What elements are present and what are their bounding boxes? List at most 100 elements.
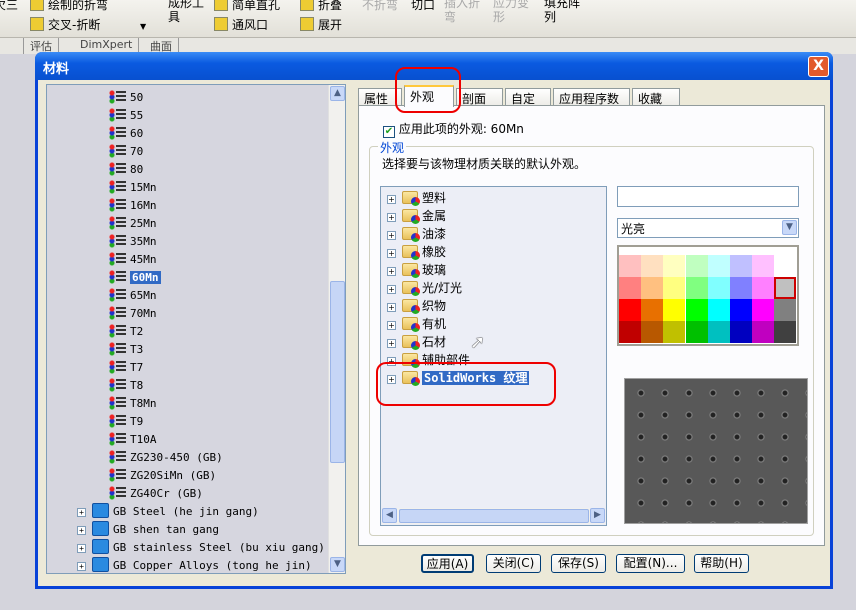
material-item[interactable]: ZG230-450 (GB)	[109, 449, 223, 467]
scroll-down-button[interactable]: ▼	[330, 557, 345, 572]
material-item[interactable]: T3	[109, 341, 143, 359]
material-item[interactable]: 16Mn	[109, 197, 157, 215]
material-item[interactable]: 60Mn	[109, 269, 161, 287]
config-button[interactable]: 配置(N)...	[616, 554, 685, 573]
rip-button[interactable]: 切口	[411, 0, 435, 13]
close-icon[interactable]: X	[808, 56, 829, 77]
checkbox-check-icon[interactable]: ✔	[383, 126, 395, 138]
color-swatch[interactable]	[641, 299, 664, 321]
no-bends-button[interactable]: 不折弯	[362, 0, 398, 13]
color-swatch[interactable]	[685, 255, 708, 277]
appearance-tree[interactable]: + 塑料 + 金属 + 油漆 + 橡胶 + 玻璃 + 光/灯光 + 织物 + 有机 + 石材 + 辅助部件 + Solid…	[380, 186, 607, 526]
material-item[interactable]: 15Mn	[109, 179, 157, 197]
appearance-category[interactable]: + 有机	[387, 315, 446, 333]
scroll-up-button[interactable]: ▲	[330, 86, 345, 101]
color-swatch[interactable]	[707, 299, 730, 321]
apply-appearance-checkbox[interactable]: ✔ 应用此项的外观: 60Mn	[383, 120, 524, 138]
material-item[interactable]: T8Mn	[109, 395, 157, 413]
appearance-category[interactable]: + 光/灯光	[387, 279, 462, 297]
cross-break-button[interactable]: 交叉-折断	[30, 16, 100, 33]
material-item[interactable]: 45Mn	[109, 251, 157, 269]
color-swatch[interactable]	[752, 299, 775, 321]
material-item[interactable]: T9	[109, 413, 143, 431]
tab-5[interactable]: 收藏	[632, 88, 680, 106]
color-swatch[interactable]	[730, 321, 752, 343]
color-swatch[interactable]	[774, 255, 797, 277]
expand-icon[interactable]: +	[387, 213, 396, 222]
material-item[interactable]: 70	[109, 143, 143, 161]
expand-icon[interactable]: +	[387, 231, 396, 240]
material-item[interactable]: 65Mn	[109, 287, 157, 305]
expand-icon[interactable]: +	[77, 544, 86, 553]
color-swatch[interactable]	[663, 255, 686, 277]
material-item[interactable]: T8	[109, 377, 143, 395]
appearance-category[interactable]: + 塑料	[387, 189, 446, 207]
material-group[interactable]: + GB shen tan gang	[77, 521, 219, 539]
material-group[interactable]: + GB Steel (he jin gang)	[77, 503, 259, 521]
appearance-category[interactable]: + 石材	[387, 333, 446, 351]
expand-icon[interactable]: +	[387, 195, 396, 204]
vent-button[interactable]: 通风口	[214, 16, 268, 33]
color-swatch[interactable]	[685, 277, 708, 299]
appearance-category[interactable]: + 油漆	[387, 225, 446, 243]
color-swatch[interactable]	[663, 277, 686, 299]
fill-pattern-button[interactable]: 填充阵列	[544, 0, 584, 24]
material-item[interactable]: 80	[109, 161, 143, 179]
material-item[interactable]: ZG20SiMn (GB)	[109, 467, 216, 485]
finish-select[interactable]: 光亮 ▼	[617, 218, 799, 238]
color-palette[interactable]	[617, 245, 799, 346]
expand-icon[interactable]: +	[387, 339, 396, 348]
tab-2[interactable]: 剖面线	[456, 88, 503, 123]
color-swatch[interactable]	[663, 299, 686, 321]
material-item[interactable]: 35Mn	[109, 233, 157, 251]
color-swatch[interactable]	[619, 277, 641, 299]
color-swatch[interactable]	[707, 321, 730, 343]
color-swatch[interactable]	[730, 255, 752, 277]
chevron-down-icon[interactable]: ▼	[782, 220, 797, 235]
color-swatch[interactable]	[707, 255, 730, 277]
color-swatch[interactable]	[774, 277, 797, 299]
appearance-category[interactable]: + 橡胶	[387, 243, 446, 261]
expand-icon[interactable]: +	[77, 526, 86, 535]
tab-3[interactable]: 自定义	[505, 88, 551, 123]
color-swatch[interactable]	[730, 277, 752, 299]
material-item[interactable]: 70Mn	[109, 305, 157, 323]
color-swatch[interactable]	[685, 321, 708, 343]
sketched-bend-button[interactable]: 绘制的折弯	[30, 0, 108, 13]
material-group[interactable]: + GB stainless Steel (bu xiu gang)	[77, 539, 325, 557]
material-tree-scrollbar[interactable]: ▲ ▼	[328, 85, 345, 573]
material-item[interactable]: T2	[109, 323, 143, 341]
material-item[interactable]: T10A	[109, 431, 157, 449]
color-swatch[interactable]	[730, 299, 752, 321]
expand-icon[interactable]: +	[77, 508, 86, 517]
appearance-category[interactable]: + 玻璃	[387, 261, 446, 279]
material-group[interactable]: + GB Copper Alloys (tong he jin)	[77, 557, 312, 573]
appearance-category[interactable]: + 金属	[387, 207, 446, 225]
flex-button[interactable]: 应力变形	[493, 0, 533, 24]
save-button[interactable]: 保存(S)	[551, 554, 606, 573]
expand-icon[interactable]: +	[77, 562, 86, 571]
color-swatch[interactable]	[641, 255, 664, 277]
color-swatch[interactable]	[619, 321, 641, 343]
hscroll-thumb[interactable]	[399, 509, 589, 523]
material-item[interactable]: 55	[109, 107, 143, 125]
color-swatch[interactable]	[641, 277, 664, 299]
color-swatch[interactable]	[752, 321, 775, 343]
color-swatch[interactable]	[685, 299, 708, 321]
toolbar-dropdown-arrow[interactable]: ▼	[140, 22, 146, 31]
material-item[interactable]: 50	[109, 89, 143, 107]
color-swatch[interactable]	[619, 255, 641, 277]
insert-bends-button[interactable]: 插入折弯	[444, 0, 484, 24]
color-swatch[interactable]	[752, 255, 775, 277]
material-item[interactable]: ZG40Cr (GB)	[109, 485, 203, 503]
apply-button[interactable]: 应用(A)	[421, 554, 474, 573]
scroll-right-button[interactable]: ▶	[590, 508, 605, 523]
appearance-tree-hscrollbar[interactable]: ◀ ▶	[382, 508, 605, 524]
material-item[interactable]: 60	[109, 125, 143, 143]
material-item[interactable]: T7	[109, 359, 143, 377]
color-swatch[interactable]	[774, 299, 797, 321]
forming-tool-button[interactable]: 成形工具	[168, 0, 208, 24]
color-swatch[interactable]	[774, 321, 797, 343]
tab-partial[interactable]	[0, 38, 24, 54]
color-swatch[interactable]	[707, 277, 730, 299]
